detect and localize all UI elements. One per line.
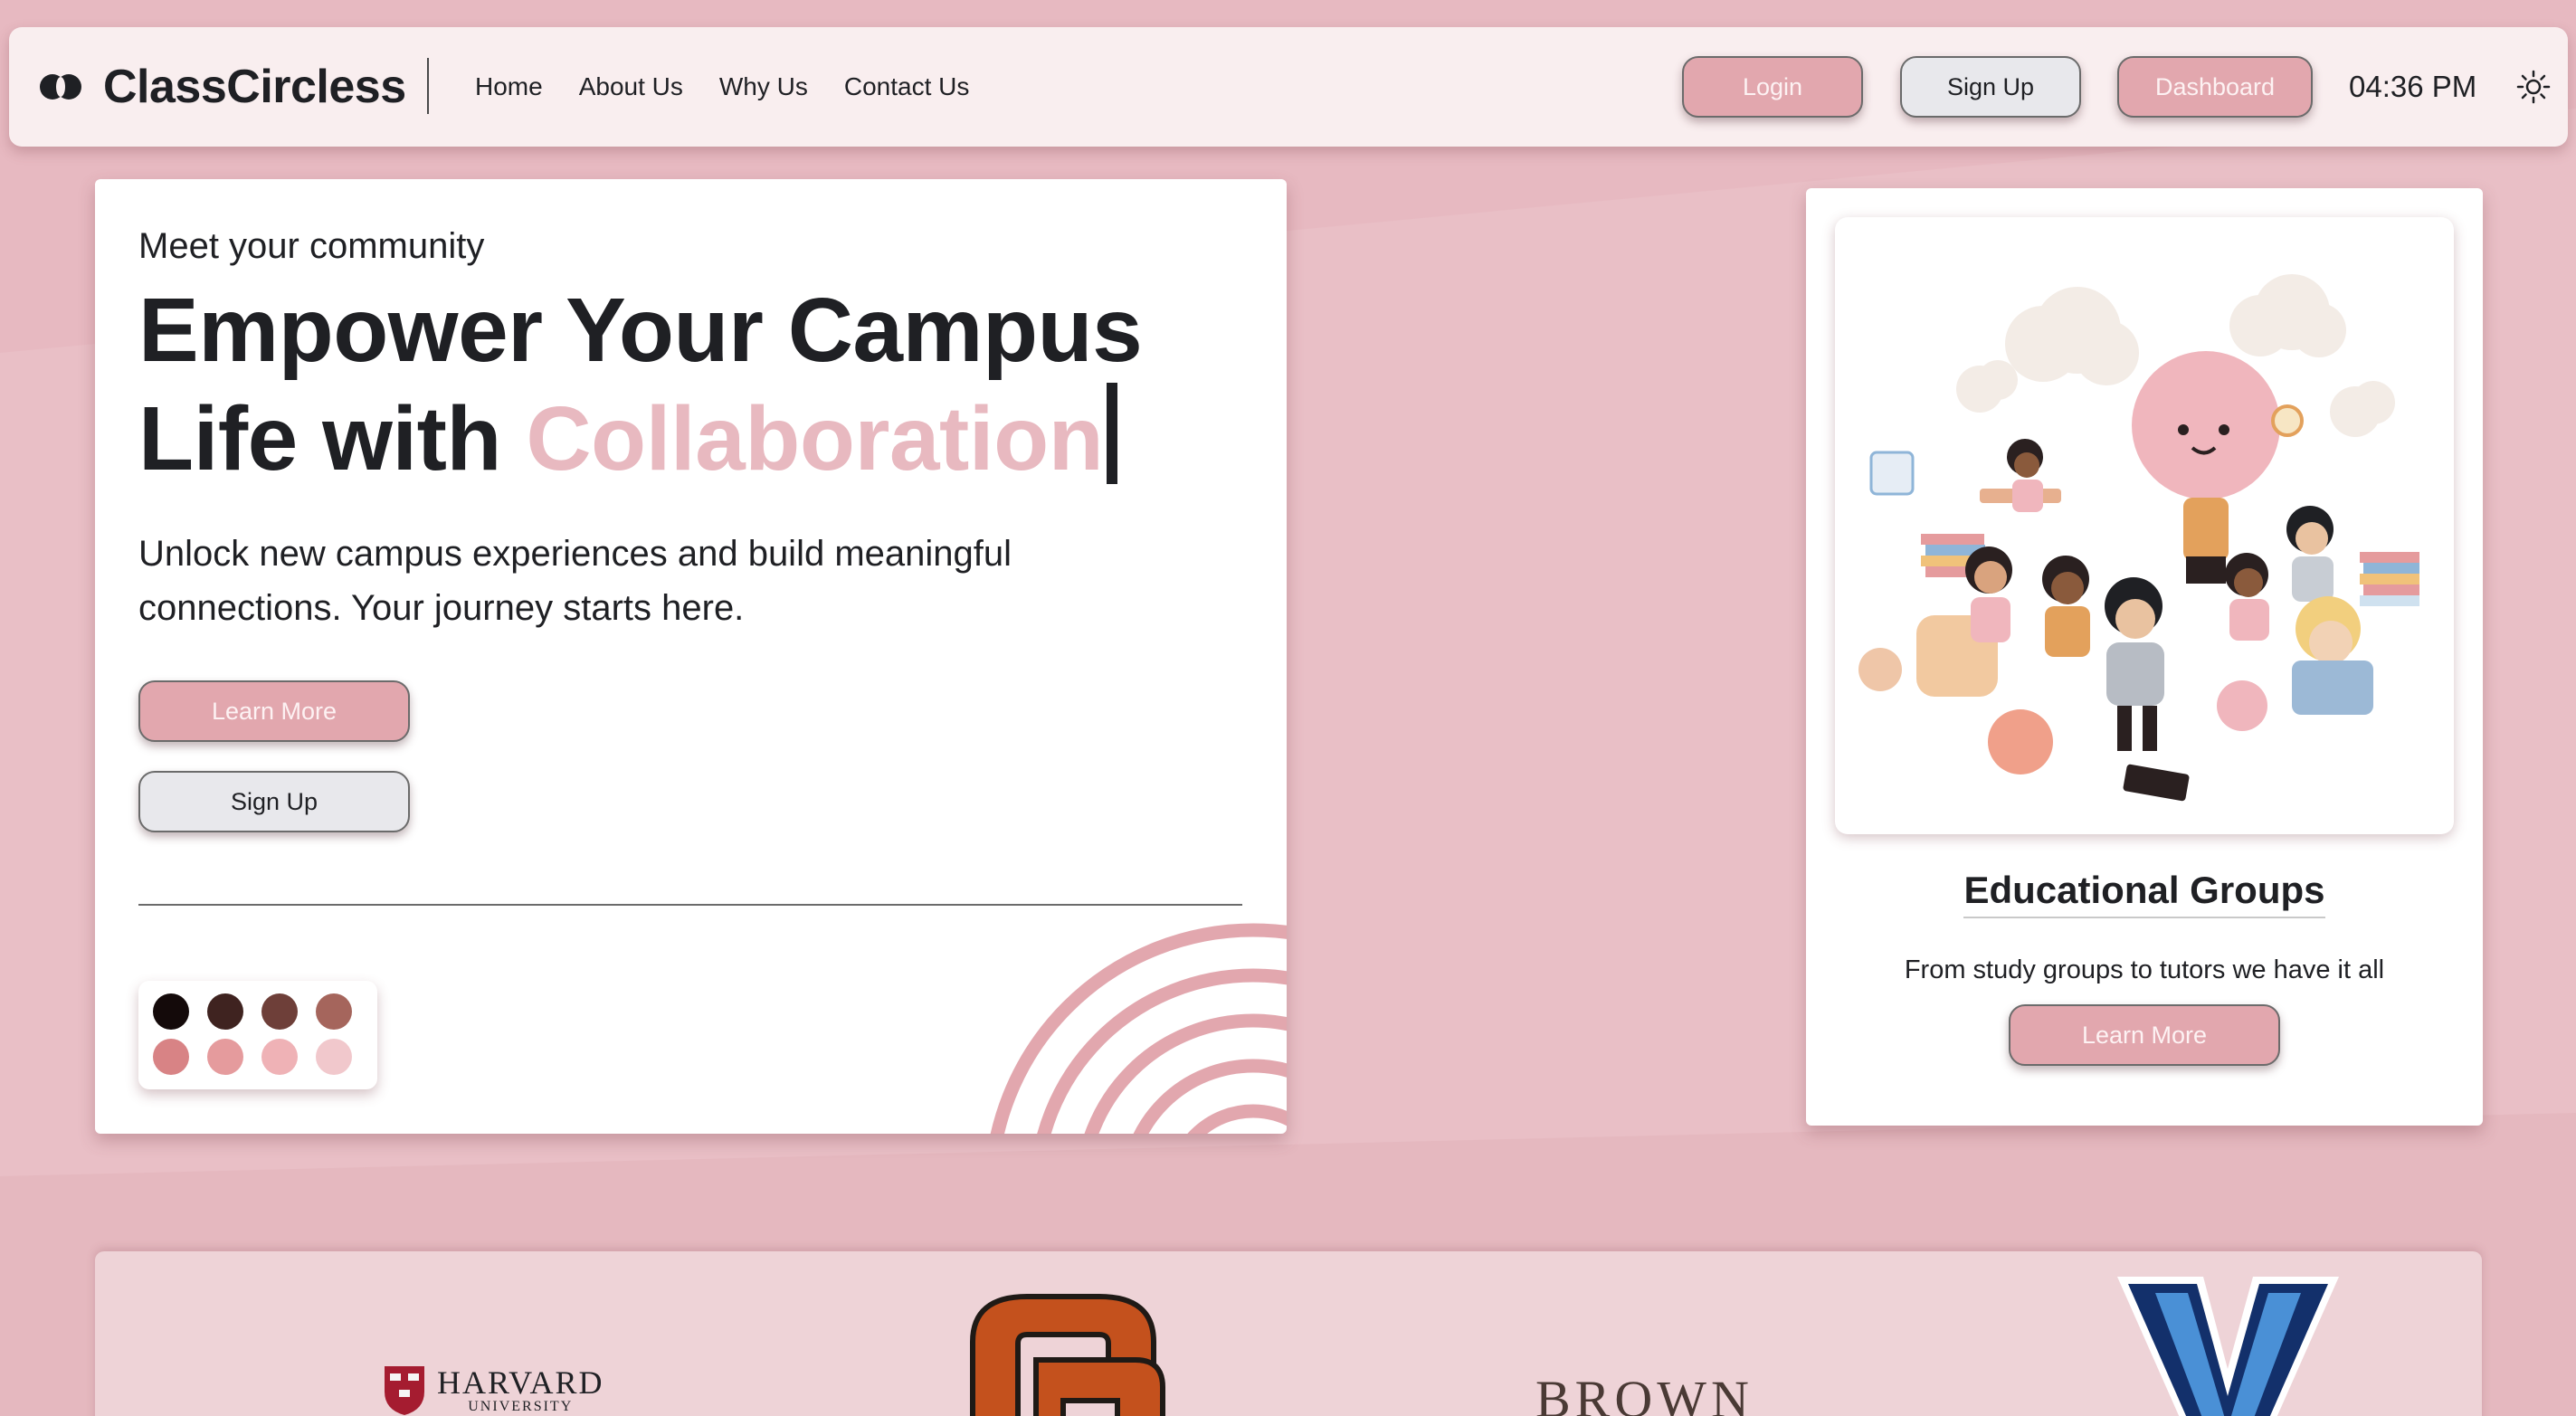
hero-description: Unlock new campus experiences and build … <box>138 534 1012 628</box>
hero-learn-more-button[interactable]: Learn More <box>138 680 410 742</box>
navbar: ClassCircless Home About Us Why Us Conta… <box>9 27 2568 147</box>
hero-title-accent: Collaboration <box>526 388 1104 489</box>
color-swatch <box>316 993 352 1030</box>
harvard-name: HARVARD <box>437 1364 604 1401</box>
sun-icon[interactable] <box>2515 69 2552 105</box>
concentric-rings-decoration <box>990 923 1287 1134</box>
students-illustration <box>1835 217 2454 834</box>
hero-title: Empower Your Campus Life with Collaborat… <box>138 279 1251 491</box>
brand-name: ClassCircless <box>103 61 406 113</box>
hero-title-line1: Empower Your Campus <box>138 280 1143 381</box>
nav-link-about[interactable]: About Us <box>579 72 683 101</box>
oregon-state-logo <box>970 1294 1165 1416</box>
students-illustration-art <box>1858 274 2419 802</box>
groups-learn-more-button[interactable]: Learn More <box>2009 1004 2280 1066</box>
nav-link-home[interactable]: Home <box>475 72 543 101</box>
brand[interactable]: ClassCircless <box>38 27 406 147</box>
login-button[interactable]: Login <box>1682 56 1863 118</box>
color-swatch <box>153 993 189 1030</box>
color-swatch <box>316 1039 352 1075</box>
university-logos: HARVARD UNIVERSITY BROWN <box>95 1251 2482 1416</box>
signup-button[interactable]: Sign Up <box>1900 56 2081 118</box>
color-swatch <box>207 1039 243 1075</box>
clock: 04:36 PM <box>2349 70 2477 103</box>
villanova-logo <box>2117 1277 2339 1416</box>
color-swatch <box>207 993 243 1030</box>
hero-card: Meet your community Empower Your Campus … <box>95 179 1287 1134</box>
groups-title: Educational Groups <box>1806 869 2483 918</box>
color-palette <box>138 981 377 1089</box>
typing-caret <box>1107 383 1118 484</box>
harvard-logo: HARVARD UNIVERSITY <box>383 1364 604 1416</box>
brown-logo: BROWN <box>1535 1370 1754 1416</box>
color-swatch <box>261 1039 298 1075</box>
educational-groups-card: Educational Groups From study groups to … <box>1806 188 2483 1126</box>
hero-title-prefix: Life with <box>138 388 527 489</box>
harvard-sub: UNIVERSITY <box>468 1399 574 1414</box>
nav-links: Home About Us Why Us Contact Us <box>475 27 969 147</box>
color-swatch <box>261 993 298 1030</box>
brand-logo-icon <box>40 74 81 100</box>
color-swatch <box>153 1039 189 1075</box>
hero-eyebrow: Meet your community <box>138 226 485 266</box>
hero-signup-button[interactable]: Sign Up <box>138 771 410 832</box>
nav-link-contact[interactable]: Contact Us <box>844 72 970 101</box>
harvard-shield-icon <box>385 1366 424 1415</box>
nav-divider <box>427 58 429 114</box>
groups-description: From study groups to tutors we have it a… <box>1904 955 2385 984</box>
nav-link-why-us[interactable]: Why Us <box>719 72 808 101</box>
groups-title-text: Educational Groups <box>1963 869 2325 918</box>
dashboard-button[interactable]: Dashboard <box>2117 56 2313 118</box>
